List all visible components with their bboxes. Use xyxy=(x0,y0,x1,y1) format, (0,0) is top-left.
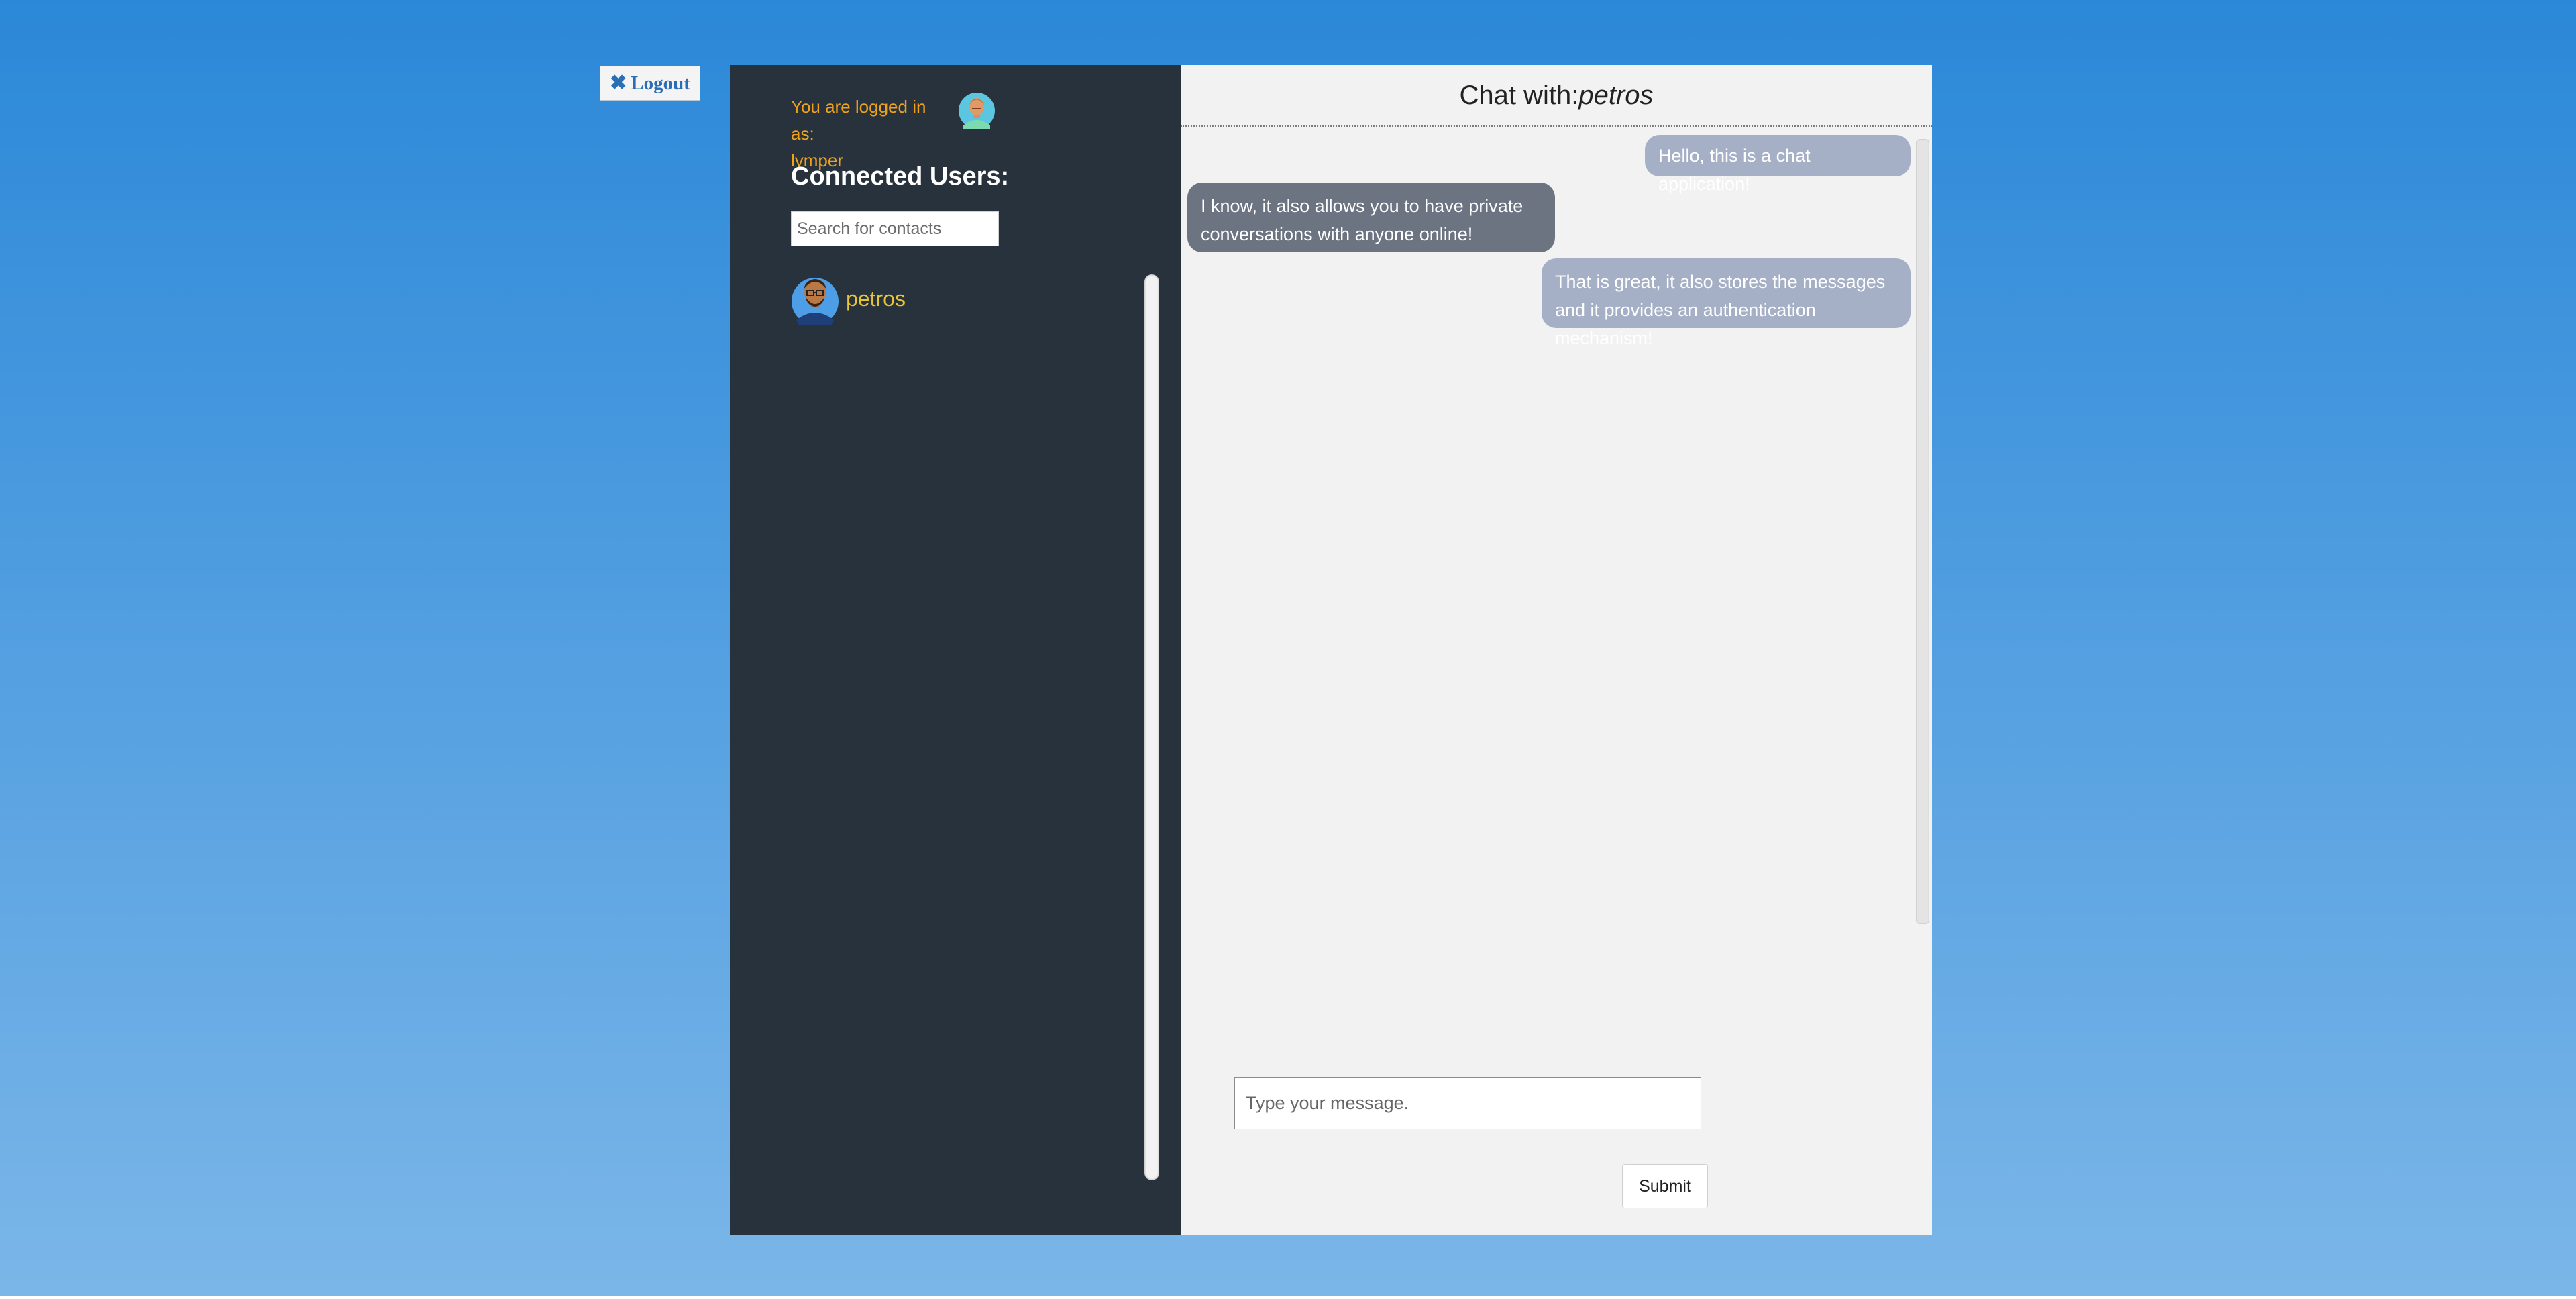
logout-button[interactable]: ✖ Logout xyxy=(600,66,700,101)
contact-item-petros[interactable]: petros xyxy=(791,272,906,325)
user-avatar-icon xyxy=(959,93,995,129)
message-bubble-sent: Hello, this is a chat application! xyxy=(1645,135,1911,194)
sidebar: You are logged in as: lymper Connected U… xyxy=(730,65,1181,1235)
chat-title-prefix: Chat with: xyxy=(1459,80,1579,110)
chat-scrollbar[interactable] xyxy=(1916,139,1929,924)
connected-users-heading: Connected Users: xyxy=(791,162,1010,191)
chat-partner-name: petros xyxy=(1578,80,1654,110)
message-input[interactable] xyxy=(1234,1077,1701,1129)
message-bubble-sent: That is great, it also stores the messag… xyxy=(1542,258,1911,348)
contacts-scrollbar[interactable] xyxy=(1144,274,1159,1180)
contact-name: petros xyxy=(846,286,906,311)
logged-in-prefix: You are logged in as: xyxy=(791,97,926,144)
chat-panel: Chat with: petros Hello, this is a chat a… xyxy=(1181,65,1932,1235)
page-bottom-edge xyxy=(0,1296,2576,1299)
search-contacts-input[interactable] xyxy=(791,211,999,246)
close-icon: ✖ xyxy=(610,72,627,94)
message-bubble-received: I know, it also allows you to have priva… xyxy=(1187,183,1555,252)
submit-button[interactable]: Submit xyxy=(1622,1164,1708,1208)
contact-avatar-icon xyxy=(792,278,839,325)
chat-header: Chat with: petros xyxy=(1181,65,1932,127)
logout-label: Logout xyxy=(631,72,690,94)
logged-in-info: You are logged in as: lymper xyxy=(791,93,952,174)
